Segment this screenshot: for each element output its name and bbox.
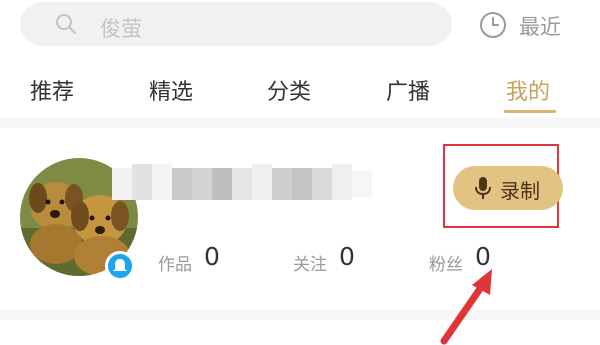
stat-works-label: 作品 xyxy=(158,255,192,275)
search-bar[interactable]: 俊萤 xyxy=(20,2,452,46)
tab-category[interactable]: 分类 xyxy=(267,74,311,106)
section-divider xyxy=(0,118,600,128)
tab-broadcast[interactable]: 广播 xyxy=(386,74,430,106)
record-label: 录制 xyxy=(500,179,540,203)
nickname-blurred xyxy=(112,164,372,200)
search-icon xyxy=(56,14,76,34)
stat-works-value: 0 xyxy=(204,242,220,271)
profile-card: 录制 作品 0 关注 0 粉丝 0 xyxy=(0,128,600,310)
tab-recommend[interactable]: 推荐 xyxy=(30,74,74,106)
clock-icon xyxy=(480,12,506,38)
recent-label: 最近 xyxy=(519,15,561,39)
search-placeholder: 俊萤 xyxy=(100,17,142,41)
tab-featured[interactable]: 精选 xyxy=(149,74,193,106)
section-divider-bottom xyxy=(0,310,600,320)
tab-bar: 推荐 精选 分类 广播 我的 xyxy=(0,72,600,114)
verified-badge-icon xyxy=(105,251,135,281)
active-tab-indicator xyxy=(504,110,556,113)
record-button[interactable]: 录制 xyxy=(453,166,563,210)
microphone-icon xyxy=(475,177,491,199)
stat-following-label: 关注 xyxy=(293,255,327,275)
red-arrow-icon xyxy=(440,269,492,345)
tab-mine[interactable]: 我的 xyxy=(506,74,550,106)
stat-following-value: 0 xyxy=(339,242,355,271)
